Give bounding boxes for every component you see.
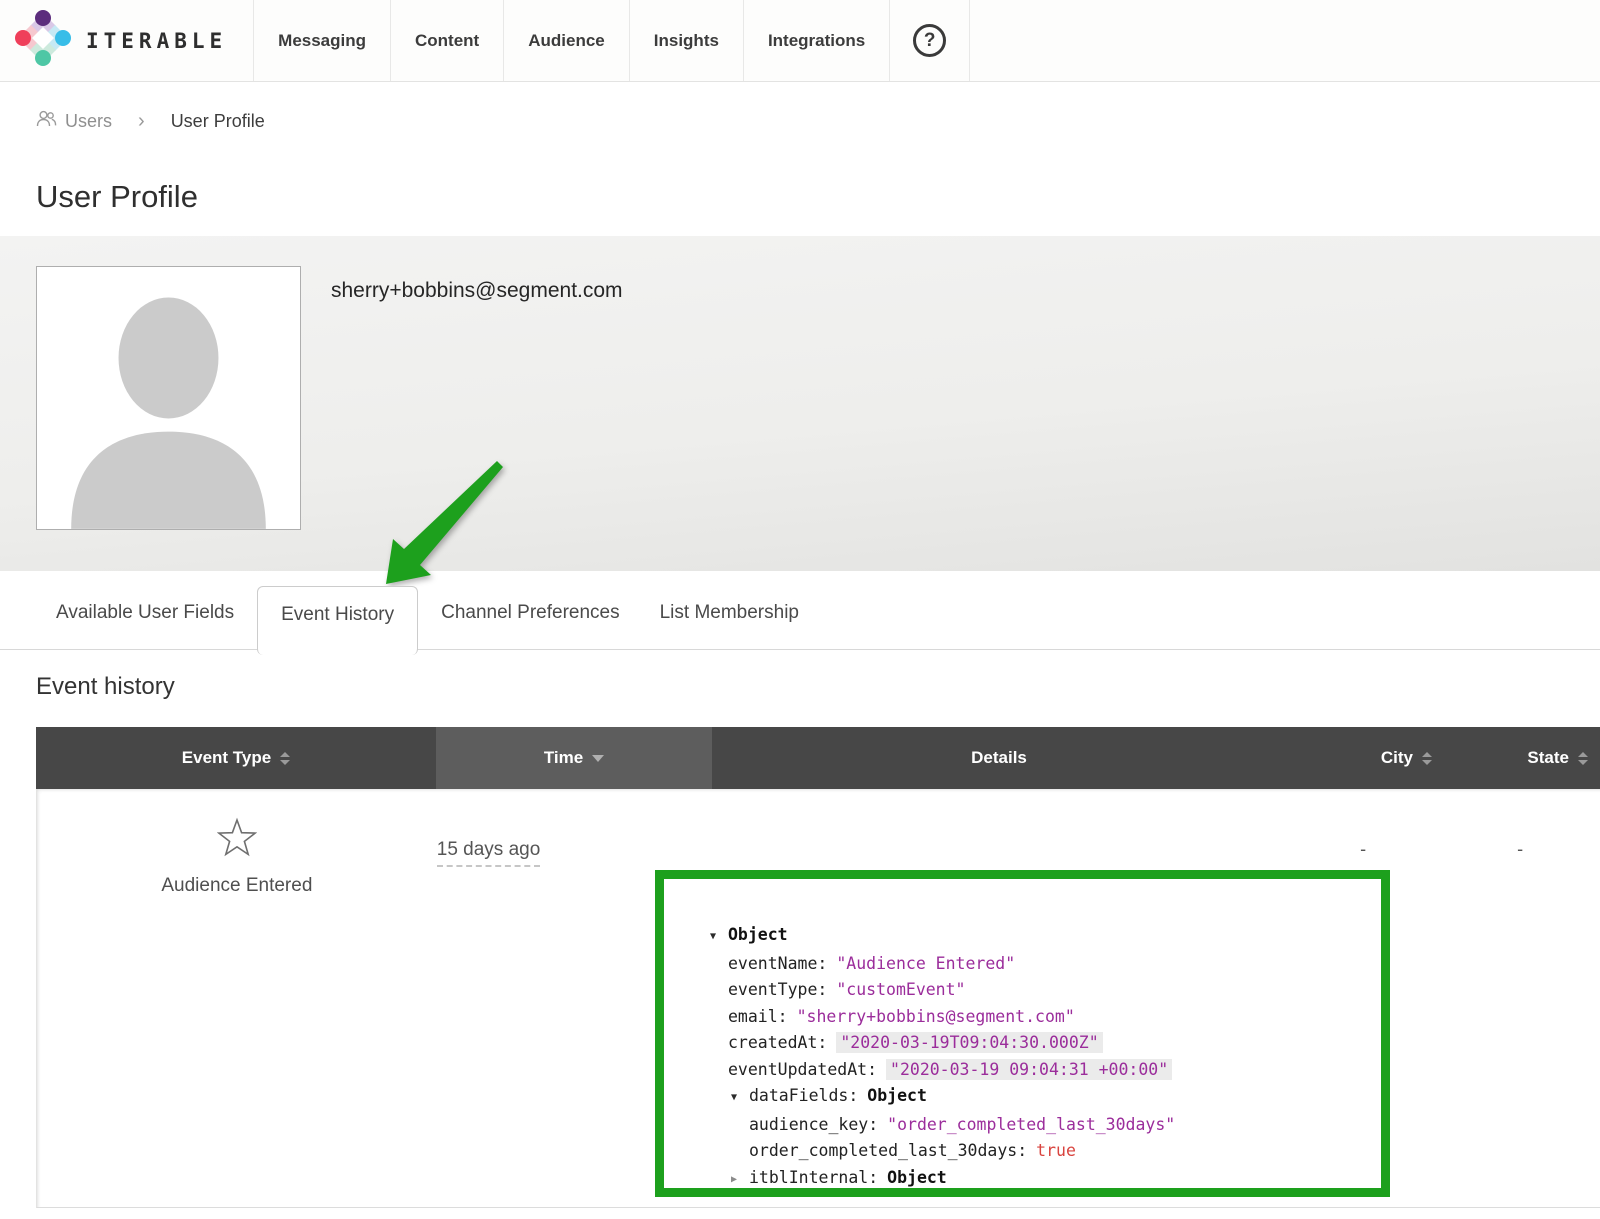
nav-item-insights[interactable]: Insights xyxy=(629,0,743,81)
json-line-order-completed: order_completed_last_30days:true xyxy=(710,1138,1373,1165)
tab-event-history[interactable]: Event History xyxy=(257,586,418,655)
json-line-eventtype: eventType:"customEvent" xyxy=(710,977,1373,1004)
question-mark-icon: ? xyxy=(913,24,946,57)
tab-channel-preferences[interactable]: Channel Preferences xyxy=(421,602,640,649)
nav-item-messaging[interactable]: Messaging xyxy=(253,0,390,81)
sort-icon xyxy=(280,752,290,765)
sort-desc-icon xyxy=(592,755,604,762)
json-line-itblinternal: ▶itblInternal:Object xyxy=(710,1165,1373,1194)
json-line-audience-key: audience_key:"order_completed_last_30day… xyxy=(710,1112,1373,1139)
avatar xyxy=(36,266,301,530)
nav-item-content[interactable]: Content xyxy=(390,0,503,81)
breadcrumb-users-link[interactable]: Users xyxy=(36,110,112,132)
top-nav: ITERABLE Messaging Content Audience Insi… xyxy=(0,0,1600,82)
json-line-eventupdatedat: eventUpdatedAt:"2020-03-19 09:04:31 +00:… xyxy=(710,1057,1373,1084)
tab-list-membership[interactable]: List Membership xyxy=(640,602,819,649)
state-cell: - xyxy=(1440,789,1600,1207)
breadcrumb-users-label: Users xyxy=(65,111,112,132)
breadcrumb-current: User Profile xyxy=(171,111,265,132)
brand-name: ITERABLE xyxy=(86,29,227,53)
nav-item-integrations[interactable]: Integrations xyxy=(743,0,889,81)
column-header-state[interactable]: State xyxy=(1440,727,1600,789)
profile-tabs: Available User Fields Event History Chan… xyxy=(0,571,1600,650)
tab-available-user-fields[interactable]: Available User Fields xyxy=(36,602,254,649)
event-history-heading: Event history xyxy=(36,672,1600,702)
sort-icon xyxy=(1422,752,1432,765)
expand-triangle-icon[interactable]: ▼ xyxy=(710,924,728,951)
event-type-cell: Audience Entered xyxy=(37,789,437,1207)
star-icon xyxy=(217,817,257,863)
nav-item-audience[interactable]: Audience xyxy=(503,0,629,81)
help-button[interactable]: ? xyxy=(889,0,970,81)
expand-triangle-icon[interactable]: ▼ xyxy=(731,1085,749,1112)
profile-email: sherry+bobbins@segment.com xyxy=(331,279,623,571)
event-details-json-panel: ▼Object eventName:"Audience Entered" eve… xyxy=(655,870,1390,1197)
profile-hero: sherry+bobbins@segment.com xyxy=(0,236,1600,571)
json-line-object: ▼Object xyxy=(710,922,1373,951)
event-type-label: Audience Entered xyxy=(161,875,312,897)
iterable-brand[interactable]: ITERABLE xyxy=(0,0,253,81)
json-line-createdat: createdAt:"2020-03-19T09:04:30.000Z" xyxy=(710,1030,1373,1057)
relative-time-tooltip[interactable]: 15 days ago xyxy=(437,839,541,867)
iterable-logo-icon xyxy=(14,9,72,72)
breadcrumb-separator-icon: › xyxy=(126,110,157,133)
json-line-datafields: ▼dataFields:Object xyxy=(710,1083,1373,1112)
column-header-time[interactable]: Time xyxy=(436,727,712,789)
users-icon xyxy=(36,110,57,132)
collapsed-triangle-icon[interactable]: ▶ xyxy=(731,1167,749,1194)
table-header: Event Type Time Details City State xyxy=(36,727,1600,789)
column-header-details: Details xyxy=(712,727,1286,789)
json-line-eventname: eventName:"Audience Entered" xyxy=(710,951,1373,978)
sort-icon xyxy=(1578,752,1588,765)
page-title: User Profile xyxy=(36,178,1600,216)
breadcrumb: Users › User Profile xyxy=(36,108,1600,134)
column-header-city[interactable]: City xyxy=(1286,727,1440,789)
column-header-event-type[interactable]: Event Type xyxy=(36,727,436,789)
json-line-email: email:"sherry+bobbins@segment.com" xyxy=(710,1004,1373,1031)
